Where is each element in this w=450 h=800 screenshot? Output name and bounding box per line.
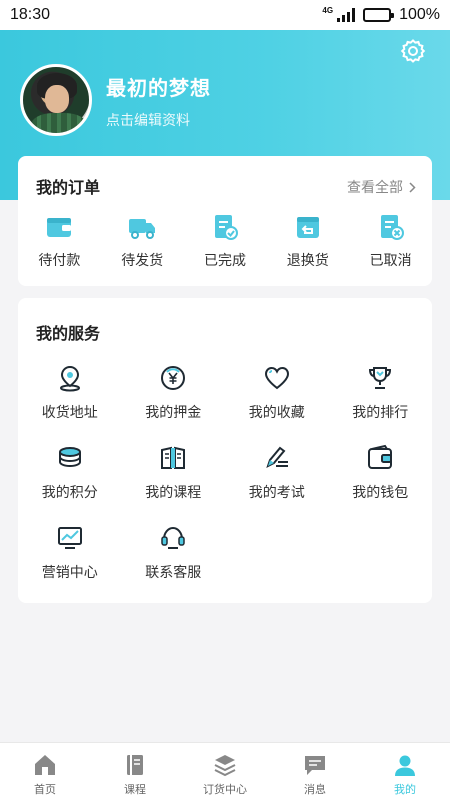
service-label: 营销中心: [41, 564, 98, 580]
view-all-label: 查看全部: [347, 179, 403, 195]
tab-label: 课程: [124, 784, 146, 796]
services-title: 我的服务: [36, 326, 101, 343]
course-icon: [127, 755, 143, 775]
order-pending-payment[interactable]: 待付款: [18, 212, 101, 270]
tab-label: 首页: [34, 784, 56, 796]
heart-icon: [264, 366, 289, 390]
service-ranking[interactable]: 我的排行: [329, 364, 433, 444]
service-label: 我的押金: [145, 404, 202, 420]
signal-icon: [337, 8, 356, 22]
order-item-label: 待付款: [38, 252, 81, 268]
chevron-right-icon: [409, 181, 416, 193]
status-right: 4G 100%: [322, 6, 440, 24]
service-label: 我的钱包: [352, 484, 409, 500]
tab-messages[interactable]: 消息: [270, 743, 360, 800]
service-label: 联系客服: [145, 564, 202, 580]
order-pending-shipment[interactable]: 待发货: [101, 212, 184, 270]
order-item-label: 已取消: [369, 252, 412, 268]
service-exams[interactable]: 我的考试: [225, 444, 329, 524]
home-icon: [35, 755, 55, 775]
service-label: 我的排行: [352, 404, 409, 420]
service-marketing[interactable]: 营销中心: [18, 524, 122, 604]
layers-icon: [214, 755, 236, 777]
service-address[interactable]: 收货地址: [18, 364, 122, 444]
order-completed[interactable]: 已完成: [184, 212, 267, 270]
return-box-icon: [296, 217, 319, 238]
service-favorites[interactable]: 我的收藏: [225, 364, 329, 444]
username[interactable]: 最初的梦想: [106, 72, 211, 101]
completed-doc-icon: [214, 215, 238, 240]
tab-label: 订货中心: [203, 784, 247, 796]
service-label: 我的收藏: [248, 404, 305, 420]
status-bar: 18:30 4G 100%: [0, 0, 450, 30]
wallet-icon: [47, 218, 72, 237]
location-icon: [59, 365, 80, 392]
avatar[interactable]: [20, 64, 92, 136]
service-customer-support[interactable]: 联系客服: [122, 524, 226, 604]
edit-profile-link[interactable]: 点击编辑资料: [106, 110, 190, 130]
pen-icon: [266, 446, 288, 468]
order-item-label: 待发货: [121, 252, 164, 268]
service-label: 我的积分: [41, 484, 98, 500]
view-all-orders-link[interactable]: 查看全部: [347, 177, 416, 197]
tab-label: 消息: [304, 784, 326, 796]
service-points[interactable]: 我的积分: [18, 444, 122, 524]
truck-icon: [129, 219, 156, 239]
chart-monitor-icon: [57, 527, 82, 549]
headset-icon: [161, 526, 185, 549]
network-type: 4G: [322, 5, 334, 15]
cancelled-doc-icon: [380, 215, 404, 240]
order-status-row: 待付款 待发货 已完成 退换货 已取消: [18, 212, 432, 270]
trophy-icon: [369, 367, 392, 389]
order-item-label: 退换货: [286, 252, 329, 268]
services-grid: 收货地址 我的押金 我的收藏 我的排行 我的积分 我的课程 我的考试 我的钱包 …: [18, 364, 432, 604]
services-card: 我的服务 收货地址 我的押金 我的收藏 我的排行 我的积分 我的课程 我的考试 …: [18, 298, 432, 603]
order-return[interactable]: 退换货: [266, 212, 349, 270]
orders-title: 我的订单: [36, 180, 101, 197]
message-icon: [305, 756, 325, 775]
service-deposit[interactable]: 我的押金: [122, 364, 226, 444]
book-icon: [161, 446, 186, 469]
coins-stack-icon: [58, 447, 81, 468]
orders-card: 我的订单 查看全部 待付款 待发货 已完成 退换货 已取消: [18, 156, 432, 286]
tab-courses[interactable]: 课程: [90, 743, 180, 800]
status-time: 18:30: [10, 6, 51, 23]
tab-label: 我的: [394, 784, 416, 796]
battery-level: 100%: [399, 6, 440, 23]
service-wallet[interactable]: 我的钱包: [329, 444, 433, 524]
yuan-coin-icon: [161, 366, 186, 390]
service-label: 我的课程: [145, 484, 202, 500]
tab-me[interactable]: 我的: [360, 743, 450, 800]
order-item-label: 已完成: [203, 252, 246, 268]
tab-order-center[interactable]: 订货中心: [180, 743, 270, 800]
order-cancelled[interactable]: 已取消: [349, 212, 432, 270]
settings-gear-icon[interactable]: [400, 38, 426, 64]
service-label: 我的考试: [248, 484, 305, 500]
battery-icon: [363, 8, 395, 22]
service-courses[interactable]: 我的课程: [122, 444, 226, 524]
service-label: 收货地址: [41, 404, 98, 420]
tab-home[interactable]: 首页: [0, 743, 90, 800]
user-icon: [395, 755, 415, 776]
bottom-tab-bar: 首页 课程 订货中心 消息 我的: [0, 742, 450, 800]
wallet-icon: [368, 444, 393, 469]
